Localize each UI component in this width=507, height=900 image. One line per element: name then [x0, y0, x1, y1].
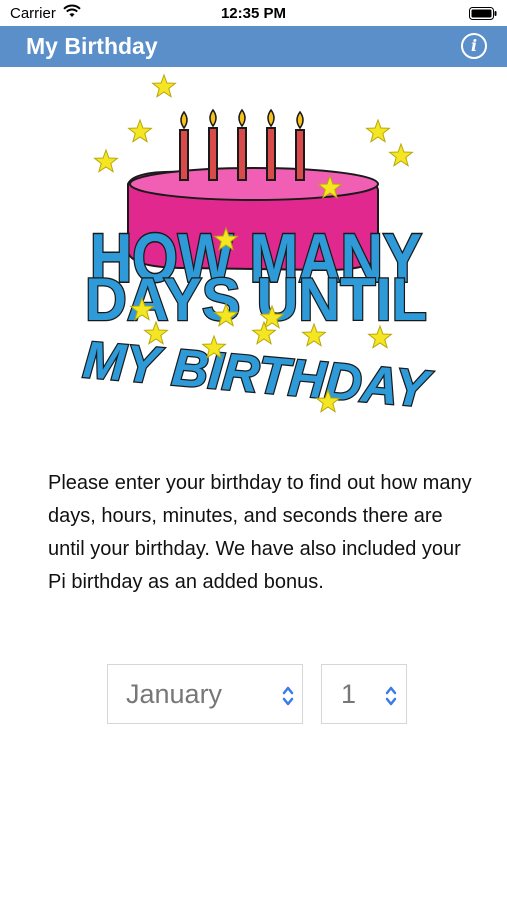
day-value: 1	[341, 679, 357, 709]
star-icon	[127, 118, 153, 143]
info-button[interactable]: i	[461, 33, 487, 59]
intro-text: Please enter your birthday to find out h…	[48, 472, 472, 593]
star-icon	[93, 148, 119, 173]
day-picker[interactable]: 1	[321, 664, 407, 724]
status-bar: Carrier 12:35 PM	[0, 0, 507, 26]
battery-icon	[469, 7, 497, 20]
star-icon	[151, 73, 177, 98]
info-icon: i	[470, 36, 478, 55]
star-icon	[365, 118, 391, 143]
star-icon	[388, 142, 414, 167]
up-down-chevron-icon	[282, 686, 294, 706]
status-time: 12:35 PM	[220, 5, 287, 22]
month-picker[interactable]: January	[107, 664, 303, 724]
hero-line-2: DAYS UNTIL	[85, 266, 427, 333]
up-down-chevron-icon	[385, 686, 397, 706]
month-value: January	[126, 679, 223, 709]
birthday-cake-image: HOW MANY DAYS UNTIL MY BIRTHDAY	[80, 73, 436, 421]
navigation-bar: My Birthday i	[0, 26, 507, 67]
page-title: My Birthday	[26, 33, 158, 59]
